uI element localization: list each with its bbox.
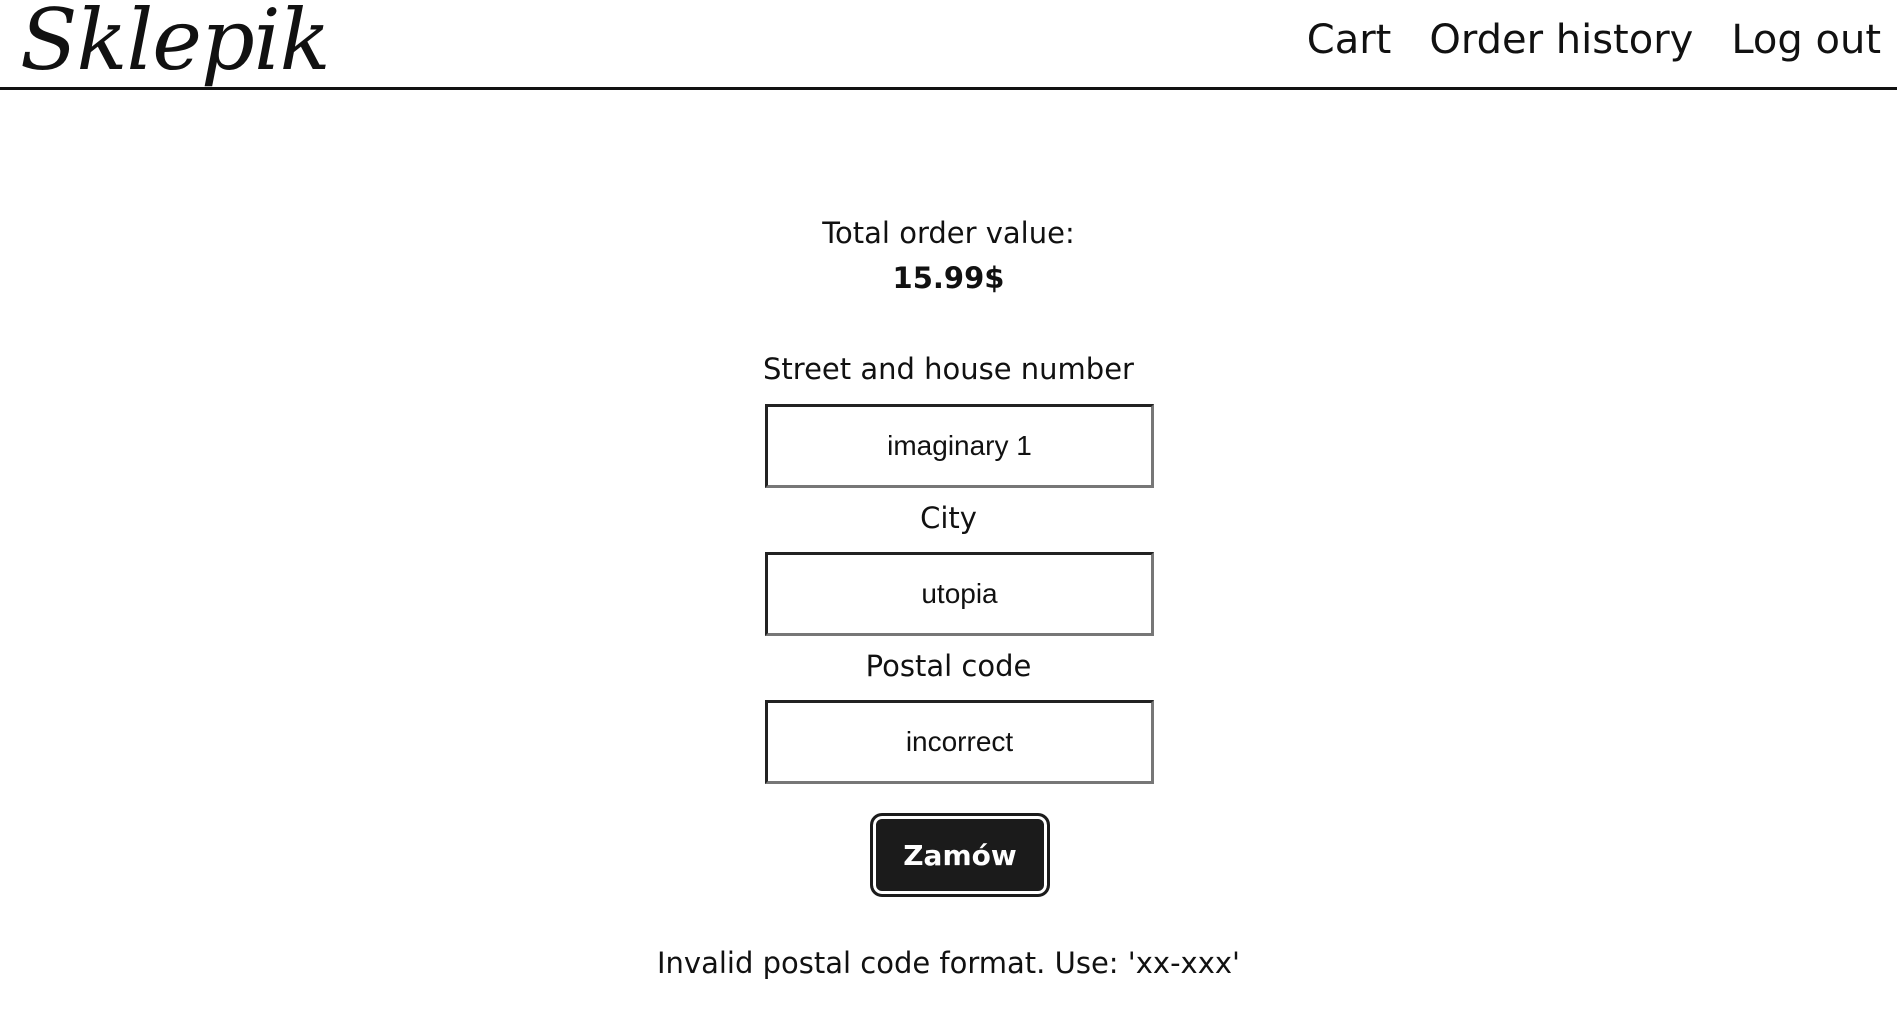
nav-link-log-out[interactable]: Log out [1731, 16, 1881, 64]
city-input[interactable] [765, 552, 1154, 636]
street-label: Street and house number [763, 352, 1134, 386]
street-input[interactable] [765, 404, 1154, 488]
total-order-label: Total order value: [822, 216, 1075, 250]
postal-code-label: Postal code [865, 649, 1032, 683]
nav-link-order-history[interactable]: Order history [1429, 16, 1693, 64]
city-label: City [920, 501, 977, 535]
total-order-value: 15.99$ [892, 261, 1005, 295]
main-nav: Cart Order history Log out [1307, 16, 1881, 64]
site-logo[interactable]: Sklepik [20, 0, 331, 86]
postal-code-input[interactable] [765, 700, 1154, 784]
submit-order-button[interactable]: Zamów [870, 813, 1050, 897]
site-header: Sklepik Cart Order history Log out [0, 0, 1897, 90]
postal-code-error-message: Invalid postal code format. Use: 'xx-xxx… [656, 946, 1241, 980]
nav-link-cart[interactable]: Cart [1307, 16, 1392, 64]
